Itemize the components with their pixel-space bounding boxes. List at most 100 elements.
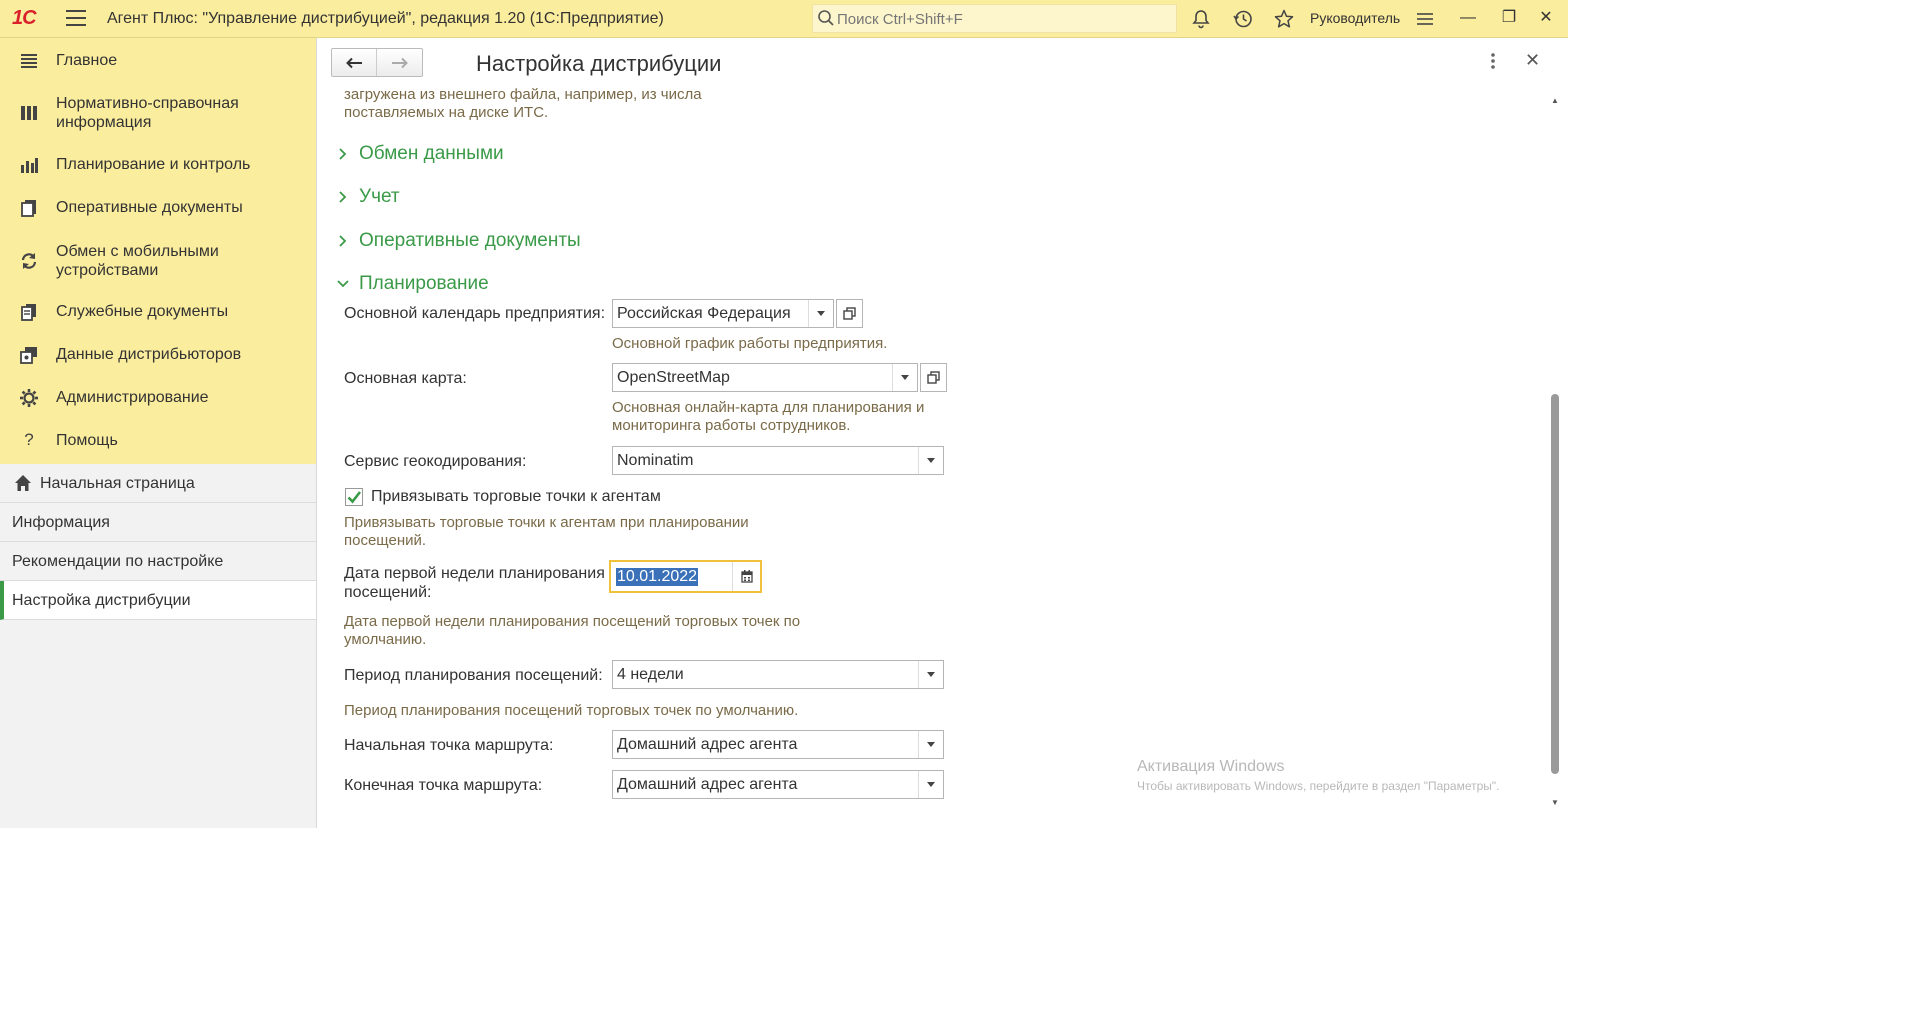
bell-icon[interactable] [1190,8,1212,30]
section-operational-docs[interactable]: Оперативные документы [336,230,581,252]
map-label: Основная карта: [344,370,467,387]
route-start-dropdown-button[interactable] [918,731,943,758]
chevron-down-icon [927,782,935,787]
open-window-icon [843,307,856,320]
sync-icon [21,253,37,269]
map-dropdown-button[interactable] [892,364,917,391]
chevron-right-icon [339,148,347,160]
period-dropdown-button[interactable] [918,661,943,688]
star-icon[interactable] [1273,8,1295,30]
open-window-home[interactable]: Начальная страница [0,464,316,503]
title-bar: 1С Агент Плюс: "Управление дистрибуцией"… [0,0,1568,38]
sidebar-item-label: Главное [56,52,118,69]
section-planning[interactable]: Планирование [336,273,489,295]
chevron-down-icon [927,458,935,463]
open-window-distribution-settings[interactable]: Настройка дистрибуции [0,581,316,620]
section-label: Оперативные документы [359,230,581,251]
search-box[interactable] [812,4,1177,33]
route-end-dropdown-button[interactable] [918,771,943,798]
route-start-field[interactable]: Домашний адрес агента [612,730,944,759]
sidebar-item-label: Данные дистрибьюторов [56,346,242,363]
calendar-hint: Основной график работы предприятия. [612,335,888,352]
forward-button[interactable] [377,49,422,76]
back-button[interactable] [332,49,378,76]
sidebar-item-label: Оперативные документы [56,199,243,216]
calendar-dropdown-button[interactable] [808,300,833,327]
calendar-open-button[interactable] [836,299,863,328]
sidebar-item-label: Нормативно-справочная информация [56,95,239,131]
geocoding-value: Nominatim [617,452,694,469]
calendar-field[interactable]: Российская Федерация [612,299,863,328]
geocoding-dropdown-button[interactable] [918,447,943,474]
sidebar-item-planning[interactable]: Планирование и контроль [0,154,316,176]
window-close-icon[interactable]: ✕ [1534,6,1558,30]
scroll-down-icon[interactable]: ▼ [1551,798,1559,807]
chevron-right-icon [339,235,347,247]
form-close-icon[interactable]: ✕ [1525,50,1540,71]
settings-lines-icon[interactable] [1414,8,1436,30]
sidebar-item-mobile-exchange[interactable]: Обмен с мобильными устройствами [0,241,316,281]
section-label: Планирование [359,273,489,294]
chevron-down-icon [337,280,349,288]
more-actions-icon[interactable] [1490,52,1496,70]
menu-lines-icon [21,54,37,68]
first-week-date-field[interactable]: 10.01.2022 [609,560,762,593]
sidebar-item-label: Администрирование [56,389,209,406]
sidebar-item-distributors[interactable]: Данные дистрибьюторов [0,344,316,366]
geocoding-label: Сервис геокодирования: [344,453,527,470]
bind-outlets-checkbox[interactable] [345,488,363,506]
sidebar-item-service-docs[interactable]: Служебные документы [0,301,316,323]
main-menu-icon[interactable] [66,10,86,28]
chevron-down-icon [927,672,935,677]
calendar-value: Российская Федерация [617,305,791,322]
period-label: Период планирования посещений: [344,667,603,684]
scroll-up-icon[interactable]: ▲ [1551,96,1559,105]
vertical-scrollbar[interactable] [1551,394,1559,774]
geocoding-field[interactable]: Nominatim [612,446,944,475]
sidebar-item-administration[interactable]: Администрирование [0,387,316,409]
intro-note: загружена из внешнего файла, например, и… [344,86,702,121]
chevron-down-icon [817,311,825,316]
sidebar-item-reference[interactable]: Нормативно-справочная информация [0,93,316,133]
calendar-picker-button[interactable] [732,562,760,591]
route-end-label: Конечная точка маршрута: [344,777,543,794]
form-title: Настройка дистрибуции [476,51,722,76]
section-accounting[interactable]: Учет [336,186,400,208]
map-field[interactable]: OpenStreetMap [612,363,947,392]
gear-icon [20,389,38,407]
open-window-info[interactable]: Информация [0,503,316,542]
sidebar-item-operational-docs[interactable]: Оперативные документы [0,197,316,219]
first-week-label: Дата первой недели планирования посещени… [344,565,605,601]
home-icon [15,475,31,491]
history-icon[interactable] [1232,8,1254,30]
route-end-field[interactable]: Домашний адрес агента [612,770,944,799]
catalog-icon [21,106,37,120]
minimize-icon[interactable]: — [1456,6,1480,30]
arrow-right-icon [391,57,408,68]
current-user[interactable]: Руководитель [1310,10,1400,26]
map-value: OpenStreetMap [617,369,730,386]
sidebar-item-help[interactable]: ? Помощь [0,430,316,452]
route-end-value: Домашний адрес агента [617,776,798,793]
windows-activation-text: Чтобы активировать Windows, перейдите в … [1137,779,1500,793]
app-title: Агент Плюс: "Управление дистрибуцией", р… [107,10,664,27]
search-input[interactable] [837,9,1167,29]
distributors-icon [20,347,37,364]
app-logo: 1С [12,7,37,29]
period-field[interactable]: 4 недели [612,660,944,689]
bind-outlets-label[interactable]: Привязывать торговые точки к агентам [371,488,661,506]
chevron-right-icon [339,191,347,203]
windows-activation-title: Активация Windows [1137,758,1285,775]
sidebar-item-label: Служебные документы [56,303,229,320]
map-open-button[interactable] [920,363,947,392]
sidebar-item-main[interactable]: Главное [0,50,316,72]
bind-outlets-hint: Привязывать торговые точки к агентам при… [344,514,749,549]
sidebar-item-label: Помощь [56,432,118,449]
section-label: Обмен данными [359,143,504,164]
restore-icon[interactable]: ❐ [1497,6,1521,30]
calendar-label: Основной календарь предприятия: [344,305,606,322]
first-week-date-value[interactable]: 10.01.2022 [616,568,699,586]
arrow-left-icon [346,57,362,68]
open-window-recommendations[interactable]: Рекомендации по настройке [0,542,316,581]
section-data-exchange[interactable]: Обмен данными [336,143,504,165]
